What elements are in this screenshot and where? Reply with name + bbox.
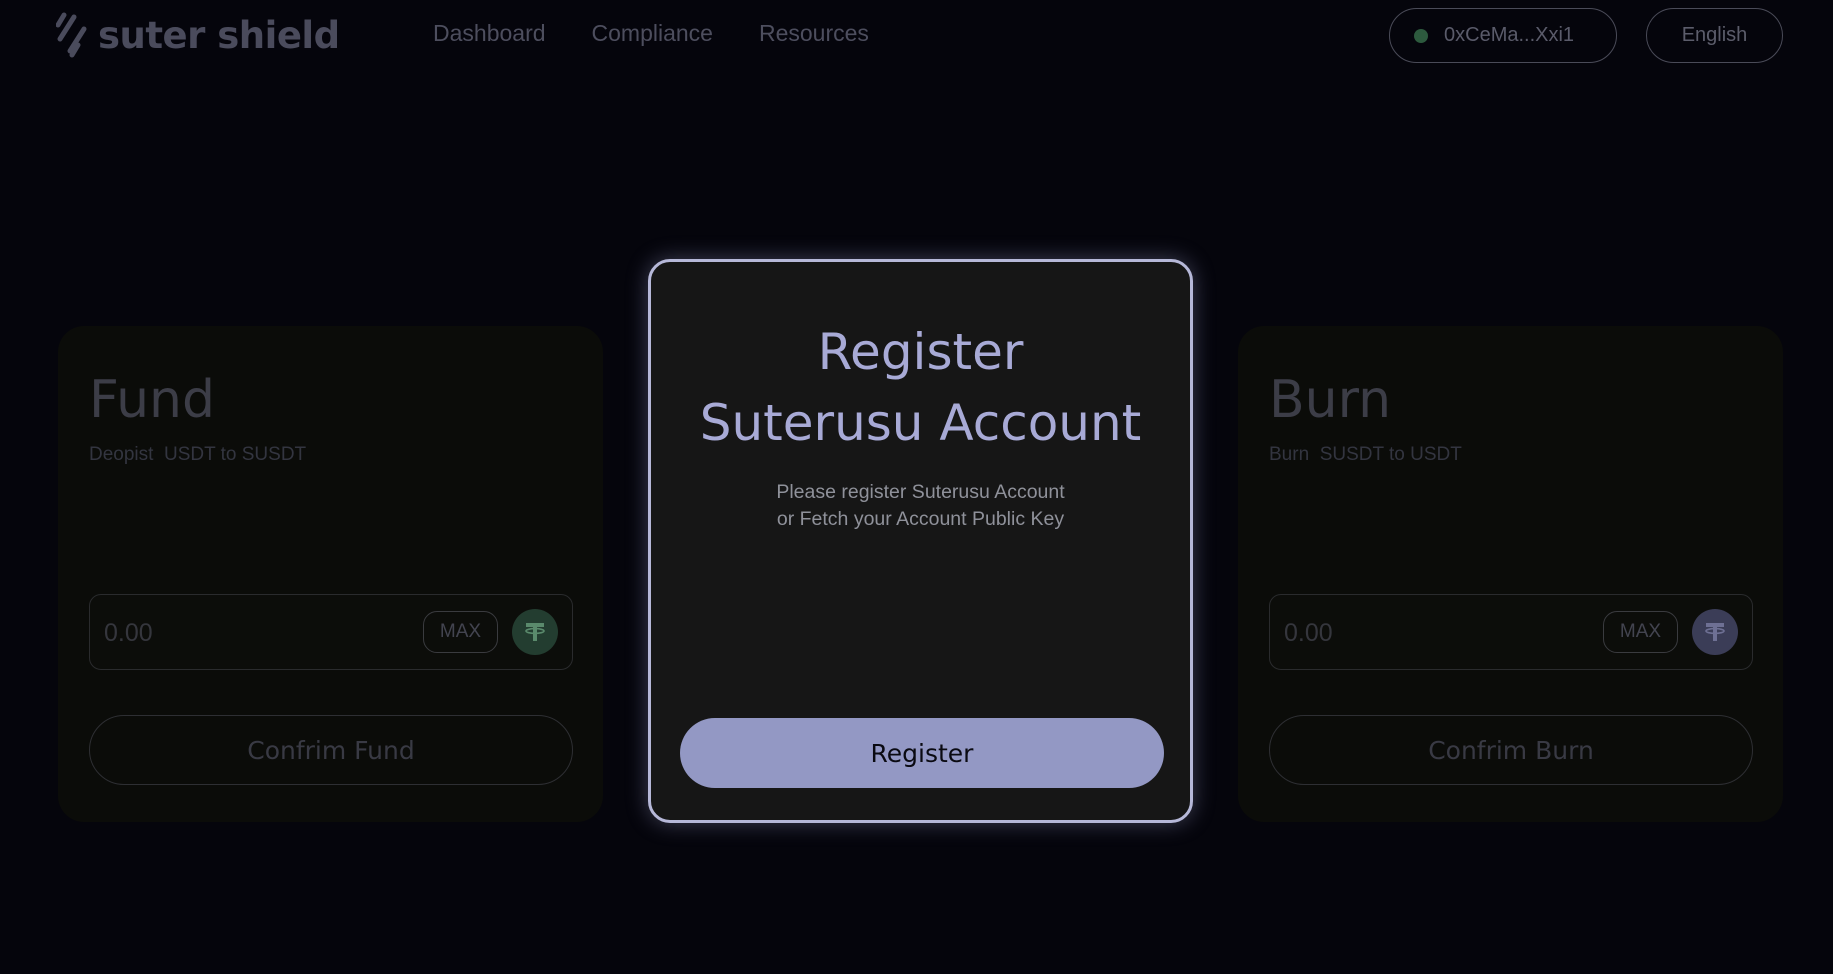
burn-max-button[interactable]: MAX: [1603, 611, 1678, 653]
wallet-address: 0xCeMa...Xxi1: [1444, 24, 1575, 46]
burn-card: Burn Burn SUSDT to USDT MAX Confrim Burn: [1238, 326, 1783, 822]
fund-card: Fund Deopist USDT to SUSDT MAX Confrim F…: [58, 326, 603, 822]
suter-logo-icon: [56, 12, 87, 58]
wallet-status-dot: [1414, 28, 1428, 43]
confirm-burn-button[interactable]: Confrim Burn: [1269, 715, 1753, 785]
register-title-line1: Register: [817, 323, 1024, 381]
nav-item-compliance[interactable]: Compliance: [592, 20, 713, 47]
burn-title: Burn: [1269, 370, 1392, 430]
burn-amount-input[interactable]: [1284, 613, 1584, 653]
tether-icon: [512, 609, 558, 655]
register-title: Register Suterusu Account: [651, 317, 1190, 459]
register-button[interactable]: Register: [680, 718, 1164, 788]
confirm-fund-button[interactable]: Confrim Fund: [89, 715, 573, 785]
wallet-button[interactable]: 0xCeMa...Xxi1: [1389, 8, 1617, 63]
burn-amount-box: MAX: [1269, 594, 1753, 670]
burn-subtitle: Burn SUSDT to USDT: [1269, 444, 1462, 465]
fund-amount-input[interactable]: [104, 613, 404, 653]
top-header: suter shield Dashboard Compliance Resour…: [0, 0, 1833, 72]
susdt-icon: [1692, 609, 1738, 655]
fund-max-button[interactable]: MAX: [423, 611, 498, 653]
nav-item-resources[interactable]: Resources: [759, 20, 869, 47]
register-description: Please register Suterusu Account or Fetc…: [651, 479, 1190, 533]
language-button[interactable]: English: [1646, 8, 1783, 63]
logo-text: suter shield: [98, 13, 340, 57]
register-title-line2: Suterusu Account: [699, 394, 1142, 452]
fund-title: Fund: [89, 370, 215, 430]
fund-amount-box: MAX: [89, 594, 573, 670]
nav-item-dashboard[interactable]: Dashboard: [433, 20, 546, 47]
fund-subtitle: Deopist USDT to SUSDT: [89, 444, 307, 465]
register-modal: Register Suterusu Account Please registe…: [648, 259, 1193, 823]
register-desc-line2: or Fetch your Account Public Key: [776, 508, 1065, 530]
register-desc-line1: Please register Suterusu Account: [776, 481, 1065, 503]
logo[interactable]: suter shield: [56, 10, 340, 60]
main-nav: Dashboard Compliance Resources: [433, 20, 869, 47]
